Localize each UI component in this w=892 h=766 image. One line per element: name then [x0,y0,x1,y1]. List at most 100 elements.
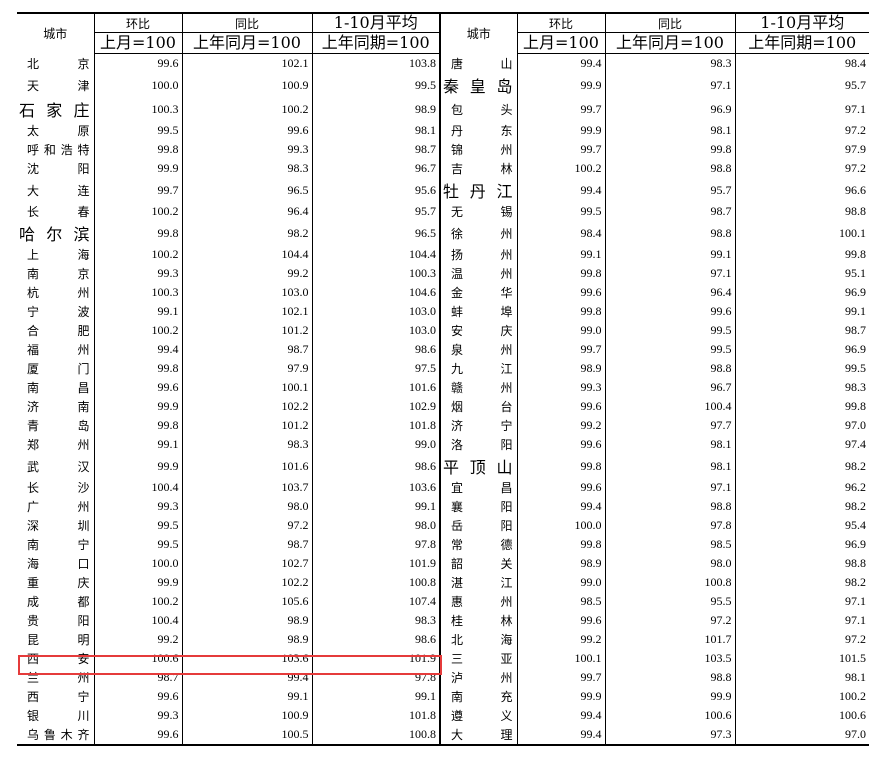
mom-cell: 98.5 [516,592,605,611]
table-row: 沈阳 99.9 98.3 96.7 吉林 100.2 98.8 97.2 [17,159,869,178]
mom-cell: 99.4 [516,725,605,746]
city-cell: 丹东 [439,121,517,140]
mom-cell: 99.6 [516,397,605,416]
mom-cell: 100.1 [516,649,605,668]
yoy-cell: 99.3 [181,140,312,159]
table-row: 青岛 99.8 101.2 101.8 济宁 99.2 97.7 97.0 [17,416,869,435]
avg-cell: 101.9 [311,649,440,668]
yoy-cell: 102.2 [181,397,312,416]
city-cell: 无锡 [439,202,517,221]
yoy-cell: 96.7 [604,378,735,397]
table-row: 广州 99.3 98.0 99.1 襄阳 99.4 98.8 98.2 [17,497,869,516]
avg-cell: 98.8 [734,202,869,221]
yoy-cell: 98.8 [604,359,735,378]
avg-cell: 95.7 [311,202,440,221]
mom-cell: 100.0 [516,516,605,535]
city-cell: 金华 [439,283,517,302]
city-cell: 泸州 [439,668,517,687]
avg-cell: 98.6 [311,454,440,478]
avg-cell: 98.2 [734,454,869,478]
yoy-cell: 98.8 [604,668,735,687]
yoy-base-label: 上年同月=100 [604,32,735,54]
city-cell: 合肥 [27,324,90,338]
mom-cell: 98.4 [516,221,605,245]
city-cell: 济南 [27,400,90,414]
table-row: 海口 100.0 102.7 101.9 韶关 98.9 98.0 98.8 [17,554,869,573]
yoy-cell: 99.6 [604,302,735,321]
mom-cell: 99.5 [93,516,182,535]
city-cell: 惠州 [439,592,517,611]
avg-cell: 99.0 [311,435,440,454]
avg-cell: 100.8 [311,725,440,746]
mom-cell: 99.9 [516,687,605,706]
mom-cell: 99.0 [516,573,605,592]
mom-cell: 99.1 [93,302,182,321]
mom-cell: 100.6 [93,649,182,668]
city-cell: 牡丹江 [439,178,517,202]
mom-cell: 99.4 [516,178,605,202]
table-row: 西宁 99.6 99.1 99.1 南充 99.9 99.9 100.2 [17,687,869,706]
table-row: 太原 99.5 99.6 98.1 丹东 99.9 98.1 97.2 [17,121,869,140]
mom-cell: 99.6 [516,611,605,630]
avg-cell: 101.9 [311,554,440,573]
mom-cell: 99.7 [516,668,605,687]
avg-cell: 98.1 [311,121,440,140]
avg-cell: 99.5 [734,359,869,378]
avg-cell: 98.1 [734,668,869,687]
city-cell: 长春 [27,205,90,219]
yoy-cell: 97.3 [604,725,735,746]
table-row: 福州 99.4 98.7 98.6 泉州 99.7 99.5 96.9 [17,340,869,359]
yoy-cell: 100.1 [181,378,312,397]
city-cell: 常德 [439,535,517,554]
table-row: 杭州 100.3 103.0 104.6 金华 99.6 96.4 96.9 [17,283,869,302]
city-cell: 乌鲁木齐 [17,725,94,746]
avg-cell: 98.3 [734,378,869,397]
city-cell: 兰州 [27,671,90,685]
yoy-cell: 102.7 [181,554,312,573]
avg-base-label: 上年同期=100 [311,32,440,54]
city-cell: 襄阳 [439,497,517,516]
table-row: 宁波 99.1 102.1 103.0 蚌埠 99.8 99.6 99.1 [17,302,869,321]
mom-cell: 99.6 [516,478,605,497]
mom-cell: 99.6 [93,378,182,397]
yoy-cell: 100.9 [181,73,312,97]
avg-cell: 99.1 [734,302,869,321]
yoy-cell: 101.2 [181,321,312,340]
yoy-cell: 99.5 [604,340,735,359]
mom-cell: 99.7 [516,340,605,359]
avg-cell: 98.2 [734,497,869,516]
city-cell: 深圳 [27,519,90,533]
yoy-cell: 98.9 [181,611,312,630]
mom-cell: 99.9 [93,159,182,178]
yoy-cell: 98.1 [604,121,735,140]
avg-cell: 103.8 [311,53,440,73]
avg-cell: 95.4 [734,516,869,535]
mom-cell: 99.9 [93,397,182,416]
mom-cell: 99.6 [93,687,182,706]
city-cell: 厦门 [27,362,90,376]
mom-cell: 99.7 [93,178,182,202]
table-row: 深圳 99.5 97.2 98.0 岳阳 100.0 97.8 95.4 [17,516,869,535]
avg-cell: 98.4 [734,53,869,73]
yoy-cell: 98.7 [181,535,312,554]
avg-cell: 96.9 [734,340,869,359]
table-row: 南宁 99.5 98.7 97.8 常德 99.8 98.5 96.9 [17,535,869,554]
yoy-cell: 97.7 [604,416,735,435]
yoy-cell: 100.6 [604,706,735,725]
yoy-column-header: 同比 [181,12,312,33]
mom-cell: 100.3 [93,283,182,302]
avg-cell: 96.9 [734,283,869,302]
city-cell: 锦州 [439,140,517,159]
yoy-cell: 100.5 [181,725,312,746]
table-row: 南昌 99.6 100.1 101.6 赣州 99.3 96.7 98.3 [17,378,869,397]
mom-cell: 100.2 [93,202,182,221]
city-cell: 天津 [27,78,90,93]
avg-cell: 104.4 [311,245,440,264]
avg-cell: 96.2 [734,478,869,497]
table-header: 城市 环比 同比 1-10月平均 城市 环比 同比 1-10月平均 上月=100… [17,12,869,54]
yoy-cell: 98.3 [181,159,312,178]
yoy-cell: 101.7 [604,630,735,649]
avg-cell: 98.6 [311,340,440,359]
mom-cell: 99.3 [93,497,182,516]
avg-column-header: 1-10月平均 [311,12,440,33]
